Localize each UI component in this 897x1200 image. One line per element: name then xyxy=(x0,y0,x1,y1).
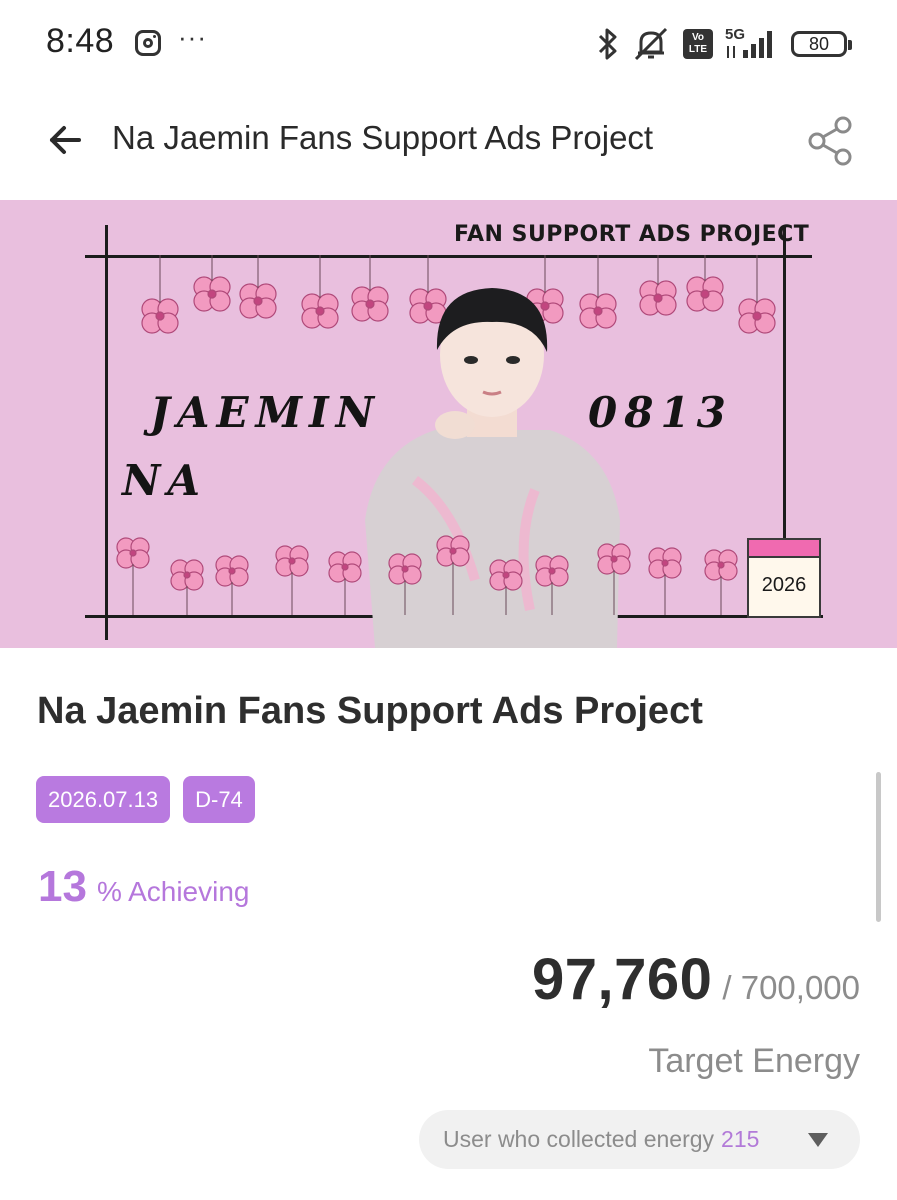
calendar-icon: 2026 xyxy=(747,538,821,618)
instagram-icon xyxy=(135,30,161,56)
project-tags: 2026.07.13 D-74 xyxy=(36,776,255,823)
achievement-status: 13 % Achieving xyxy=(38,862,250,912)
arrow-left-icon xyxy=(50,126,81,154)
share-icon xyxy=(808,116,852,166)
d-day-badge: D-74 xyxy=(183,776,255,823)
status-bar: 8:48 ··· Vo LTE 5G 80 xyxy=(0,0,897,90)
scrollbar[interactable] xyxy=(876,772,881,922)
calendar-header xyxy=(749,540,819,558)
collectors-label: User who collected energy xyxy=(443,1126,715,1152)
calendar-year: 2026 xyxy=(761,574,807,596)
chevron-down-icon xyxy=(808,1133,828,1147)
energy-current: 97,760 xyxy=(531,947,713,1012)
bluetooth-icon xyxy=(598,28,617,60)
achievement-percent: 13 xyxy=(38,862,87,911)
status-time: 8:48 xyxy=(46,22,115,60)
mute-icon xyxy=(634,27,668,61)
energy-target: / 700,000 xyxy=(722,969,860,1006)
back-button[interactable] xyxy=(42,117,88,163)
project-title: Na Jaemin Fans Support Ads Project xyxy=(37,690,703,732)
project-banner: FAN SUPPORT ADS PROJECT JAEMIN NA 0813 2… xyxy=(0,200,897,648)
battery-icon: 80 xyxy=(791,31,852,57)
app-header: Na Jaemin Fans Support Ads Project xyxy=(0,95,897,195)
energy-collectors-dropdown[interactable]: User who collected energy 215 xyxy=(419,1110,860,1169)
header-title: Na Jaemin Fans Support Ads Project xyxy=(112,119,654,156)
energy-progress: 97,760 / 700,000 xyxy=(532,946,860,1013)
more-notifications-icon: ··· xyxy=(178,22,207,52)
status-icons: Vo LTE 5G 80 xyxy=(597,24,852,64)
banner-birthday: 0813 xyxy=(588,388,733,437)
signal-icon: 5G xyxy=(725,26,779,60)
date-badge: 2026.07.13 xyxy=(36,776,171,823)
banner-name-last: NA xyxy=(122,456,207,505)
collectors-count: 215 xyxy=(721,1126,760,1152)
banner-name-first: JAEMIN xyxy=(150,388,381,437)
volte-icon: Vo LTE xyxy=(683,29,713,59)
share-button[interactable] xyxy=(807,115,855,167)
target-energy-label: Target Energy xyxy=(648,1042,860,1080)
banner-title: FAN SUPPORT ADS PROJECT xyxy=(454,222,810,247)
achievement-label: % Achieving xyxy=(96,876,250,907)
